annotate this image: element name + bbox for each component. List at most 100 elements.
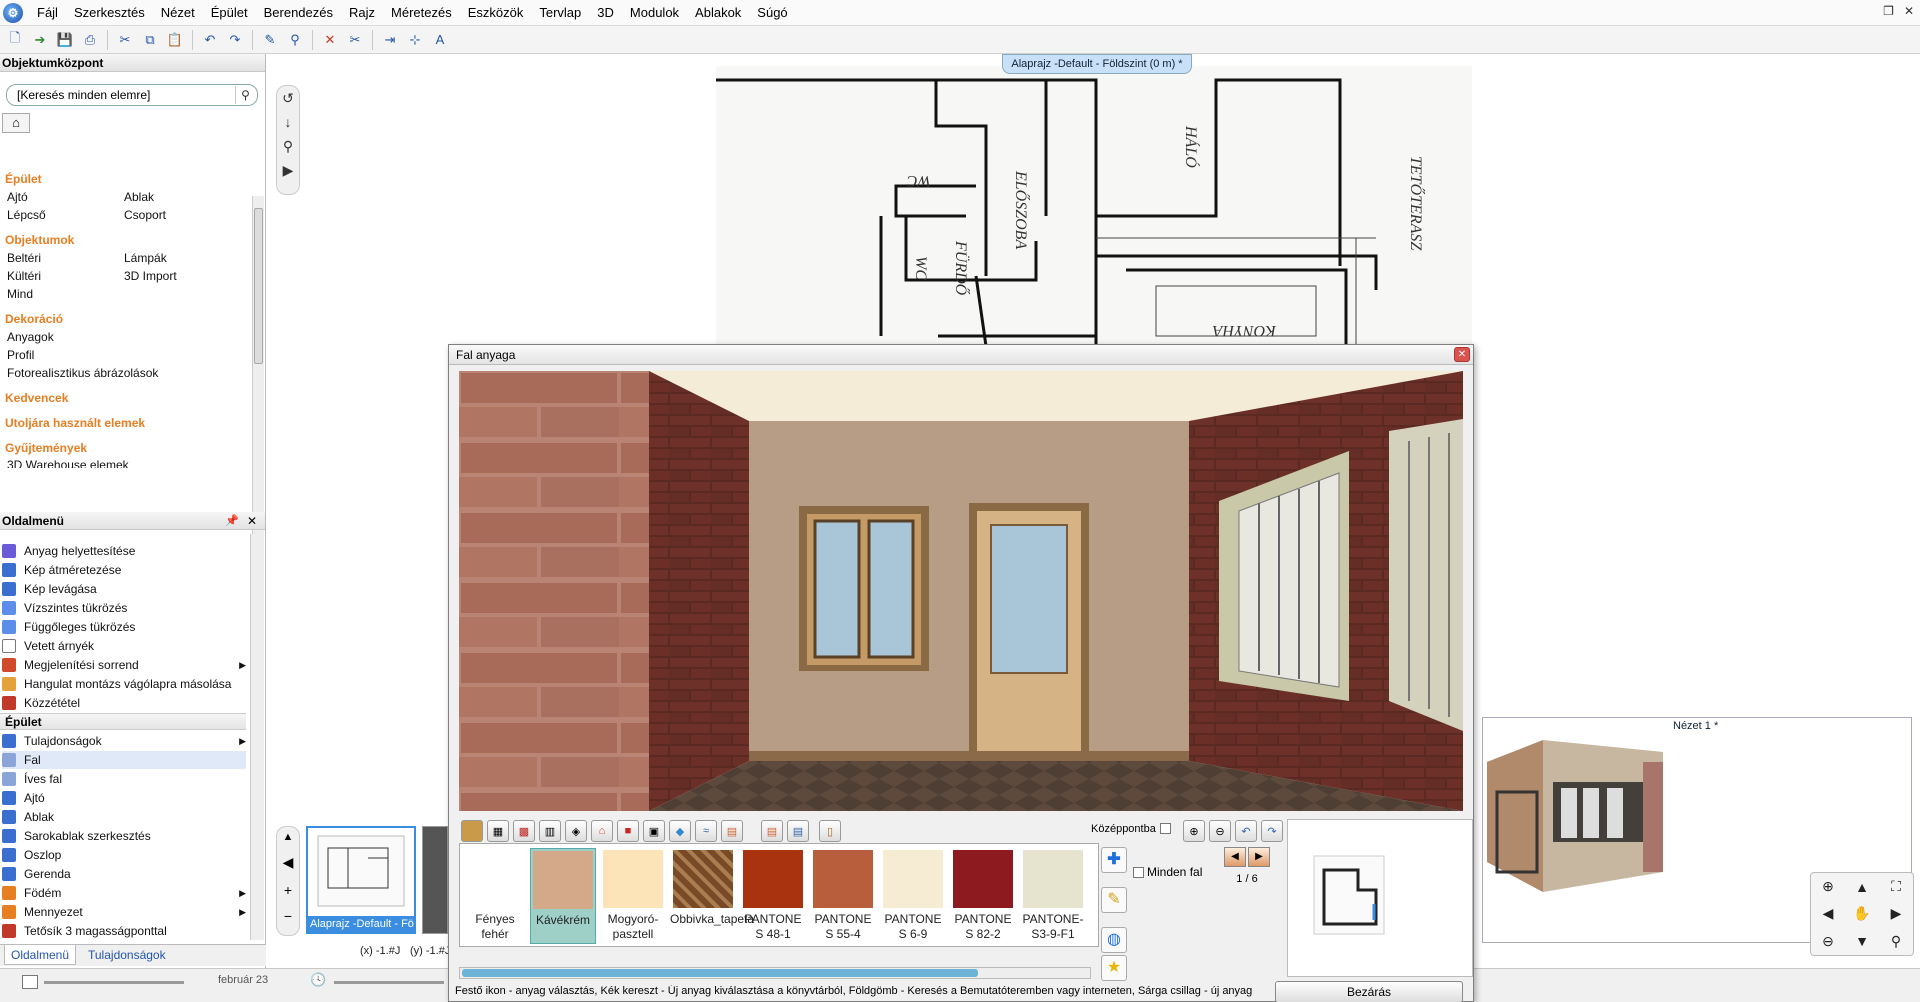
material-image-icon[interactable]: ▣ xyxy=(643,820,665,842)
material-brick-icon[interactable]: ▤ xyxy=(721,820,743,842)
side-item-curved-wall[interactable]: Íves fal xyxy=(2,770,246,788)
print-icon[interactable]: ⎙ xyxy=(79,29,101,51)
pin-icon[interactable]: 📌 xyxy=(225,512,239,530)
menu-layout[interactable]: Tervlap xyxy=(531,0,589,26)
side-menu-scrollbar[interactable] xyxy=(250,534,264,940)
side-item-column[interactable]: Oszlop xyxy=(2,846,246,864)
material-stone-icon[interactable]: ◈ xyxy=(565,820,587,842)
scrollbar-thumb[interactable] xyxy=(254,208,263,364)
menu-dimension[interactable]: Méretezés xyxy=(383,0,460,26)
item-photoreal[interactable]: Fotorealisztikus ábrázolások xyxy=(7,366,158,380)
menu-draw[interactable]: Rajz xyxy=(341,0,383,26)
object-center-scrollbar[interactable] xyxy=(252,196,264,562)
rotate-icon[interactable]: ↺ xyxy=(277,86,299,110)
side-item-roof-plane[interactable]: Tetősík 3 magasságponttal xyxy=(2,922,246,940)
item-lamps[interactable]: Lámpák xyxy=(124,251,167,265)
material-roof-icon[interactable]: ⌂ xyxy=(591,820,613,842)
menu-3d[interactable]: 3D xyxy=(589,0,622,26)
item-outdoor[interactable]: Kültéri xyxy=(7,269,41,283)
category-recent[interactable]: Utoljára használt elemek xyxy=(5,416,145,430)
material-blue-icon[interactable]: ▤ xyxy=(787,820,809,842)
material-water-icon[interactable]: ≈ xyxy=(695,820,717,842)
redo-icon[interactable]: ↷ xyxy=(224,29,246,51)
swatch-pantone-s55-4[interactable]: PANTONE S 55-4 xyxy=(810,848,876,944)
category-collections[interactable]: Gyűjtemények xyxy=(5,441,87,455)
arrow-up-icon[interactable]: ▲ xyxy=(1845,879,1879,895)
move-down-icon[interactable]: ↓ xyxy=(277,110,299,134)
swatch-wallpaper[interactable]: Obbivka_tapeta xyxy=(670,848,754,944)
paint-icon[interactable]: ✎ xyxy=(259,29,281,51)
menu-windows[interactable]: Ablakok xyxy=(687,0,749,26)
save-icon[interactable]: 💾 xyxy=(54,29,76,51)
trim-icon[interactable]: ✂ xyxy=(344,29,366,51)
side-item-replace-material[interactable]: Anyag helyettesítése xyxy=(2,542,246,560)
item-indoor[interactable]: Beltéri xyxy=(7,251,41,265)
home-icon[interactable]: ⌂ xyxy=(2,113,30,133)
swatch-scrollbar[interactable] xyxy=(459,967,1091,979)
menu-building[interactable]: Épület xyxy=(203,0,256,26)
item-materials[interactable]: Anyagok xyxy=(7,330,54,344)
side-item-ceiling[interactable]: Mennyezet ▶ xyxy=(2,903,246,921)
swatch-coffee-cream[interactable]: Kávékrém xyxy=(530,848,596,944)
status-tool-icon[interactable] xyxy=(22,975,38,989)
side-item-corner-window[interactable]: Sarokablak szerkesztés xyxy=(2,827,246,845)
floor-plan-thumbnail[interactable]: Alaprajz -Default - Föld xyxy=(306,826,416,934)
material-glass-icon[interactable]: ◆ xyxy=(669,820,691,842)
swatch-pantone-s6-9[interactable]: PANTONE S 6-9 xyxy=(880,848,946,944)
fit-view-icon[interactable]: ⛶ xyxy=(1879,878,1913,895)
item-3d-import[interactable]: 3D Import xyxy=(124,269,177,283)
zoom-out-icon[interactable]: ⊖ xyxy=(1209,820,1231,842)
side-item-window[interactable]: Ablak xyxy=(2,808,246,826)
side-item-display-order[interactable]: Megjelenítési sorrend ▶ xyxy=(2,656,246,674)
scrollbar-thumb[interactable] xyxy=(462,969,978,977)
side-item-properties[interactable]: Tulajdonságok ▶ xyxy=(2,732,246,750)
arrow-right-icon[interactable]: ▶ xyxy=(1879,905,1913,922)
all-walls-toggle[interactable]: Minden fal xyxy=(1133,865,1202,879)
swatch-pantone-s48-1[interactable]: PANTONE S 48-1 xyxy=(740,848,806,944)
menu-help[interactable]: Súgó xyxy=(749,0,795,26)
chevron-up-icon[interactable]: ▲ xyxy=(277,827,299,847)
menu-edit[interactable]: Szerkesztés xyxy=(66,0,153,26)
material-door-icon[interactable]: ▯ xyxy=(819,820,841,842)
menu-tools[interactable]: Eszközök xyxy=(460,0,532,26)
material-paint-icon[interactable]: ■ xyxy=(617,820,639,842)
delete-icon[interactable]: ✕ xyxy=(319,29,341,51)
paste-icon[interactable]: 📋 xyxy=(164,29,186,51)
item-door[interactable]: Ajtó xyxy=(7,190,28,204)
time-slider[interactable] xyxy=(44,981,184,984)
center-toggle[interactable]: Középpontba xyxy=(1091,823,1171,835)
prev-page-icon[interactable]: ◀ xyxy=(1224,847,1246,867)
swatch-pantone-s82-2[interactable]: PANTONE S 82-2 xyxy=(950,848,1016,944)
close-icon[interactable]: ✕ xyxy=(1904,4,1914,18)
search-icon[interactable]: ⚲ xyxy=(235,86,255,104)
category-favorites[interactable]: Kedvencek xyxy=(5,391,68,405)
menu-modules[interactable]: Modulok xyxy=(622,0,687,26)
item-group[interactable]: Csoport xyxy=(124,208,166,222)
new-file-icon[interactable]: 🗋 xyxy=(4,29,26,51)
copy-icon[interactable]: ⧉ xyxy=(139,29,161,51)
item-stairs[interactable]: Lépcső xyxy=(7,208,46,222)
material-grid-icon[interactable]: ▦ xyxy=(487,820,509,842)
category-building[interactable]: Épület xyxy=(5,172,42,186)
add-material-icon[interactable]: ✚ xyxy=(1101,847,1127,873)
item-window[interactable]: Ablak xyxy=(124,190,154,204)
side-item-wall[interactable]: Fal xyxy=(2,751,246,769)
restore-icon[interactable]: ❐ xyxy=(1883,4,1894,18)
material-tile-icon[interactable]: ▥ xyxy=(539,820,561,842)
dialog-close-icon[interactable]: ✕ xyxy=(1454,347,1470,362)
side-item-mood-montage[interactable]: Hangulat montázs vágólapra másolása xyxy=(2,675,246,693)
cut-icon[interactable]: ✂ xyxy=(114,29,136,51)
zoom-in-icon[interactable]: ⊕ xyxy=(1811,878,1845,895)
document-tab[interactable]: Alaprajz -Default - Földszint (0 m) * xyxy=(1002,54,1192,74)
swatch-hazelnut-pastel[interactable]: Mogyoró-pasztell xyxy=(600,848,666,944)
undo-icon[interactable]: ↶ xyxy=(199,29,221,51)
item-3d-warehouse[interactable]: 3D Warehouse elemek xyxy=(7,458,129,468)
chevron-left-icon[interactable]: ◀ xyxy=(277,847,299,877)
item-all[interactable]: Mind xyxy=(7,287,33,301)
zoom-out-icon[interactable]: ⊖ xyxy=(1811,933,1845,950)
globe-icon[interactable]: ◍ xyxy=(1101,927,1127,953)
center-checkbox[interactable] xyxy=(1159,823,1171,834)
close-icon[interactable]: ✕ xyxy=(247,512,257,530)
side-item-crop-image[interactable]: Kép levágása xyxy=(2,580,246,598)
side-item-resize-image[interactable]: Kép átméretezése xyxy=(2,561,246,579)
